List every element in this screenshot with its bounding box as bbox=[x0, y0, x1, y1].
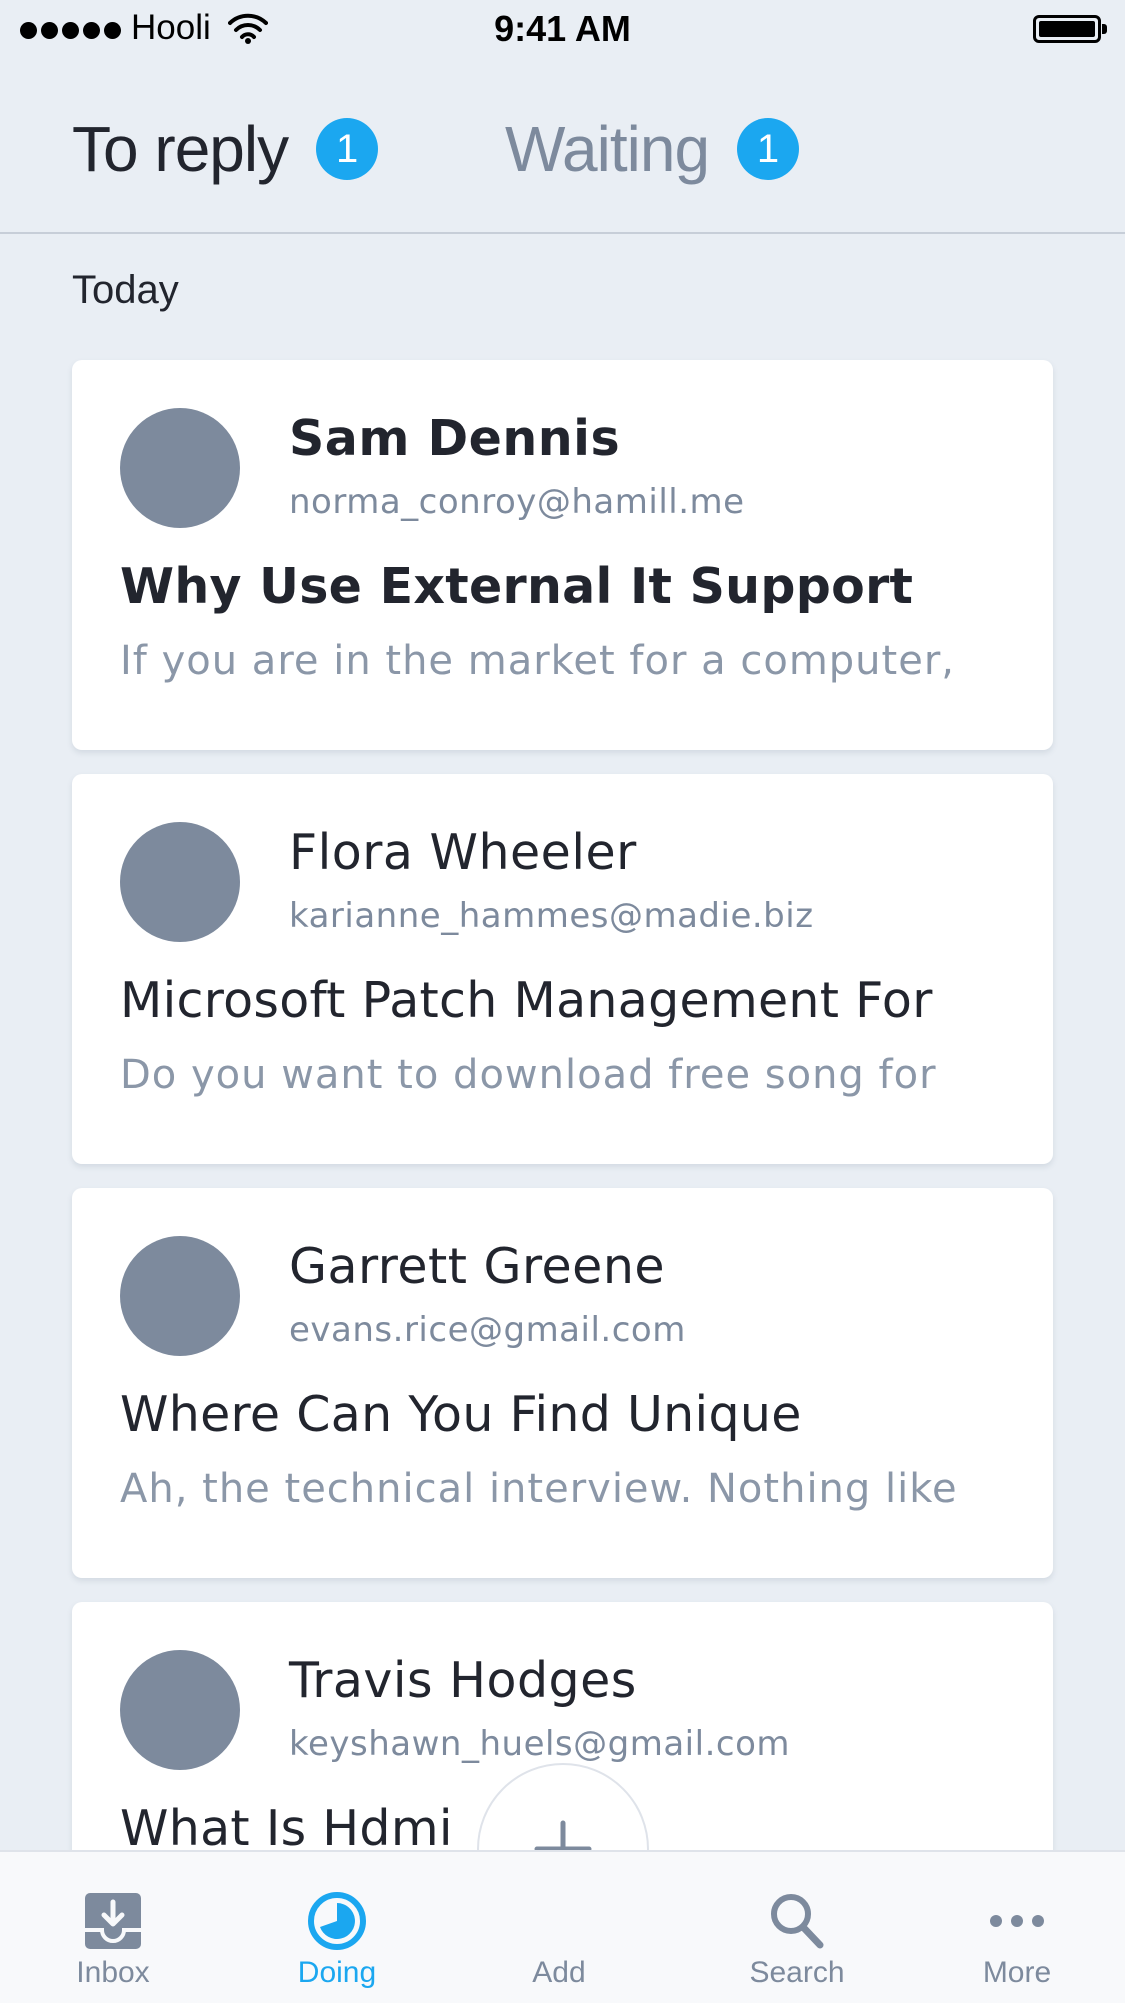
message-subject: Why Use External It Support bbox=[120, 558, 914, 615]
tab-waiting-label: Waiting bbox=[505, 113, 710, 185]
message-card[interactable]: Garrett Greene evans.rice@gmail.com Wher… bbox=[72, 1188, 1053, 1578]
battery-icon bbox=[1033, 15, 1107, 43]
nav-inbox[interactable]: Inbox bbox=[28, 1852, 198, 2003]
sender-email: evans.rice@gmail.com bbox=[289, 1310, 686, 1350]
nav-doing-label: Doing bbox=[297, 1956, 377, 1989]
message-card[interactable]: Sam Dennis norma_conroy@hamill.me Why Us… bbox=[72, 360, 1053, 750]
sender-name: Travis Hodges bbox=[289, 1652, 637, 1709]
avatar bbox=[120, 408, 240, 528]
nav-add-label: Add bbox=[532, 1956, 586, 1989]
tab-to-reply-label: To reply bbox=[72, 113, 289, 185]
message-preview: If you are in the market for a computer, bbox=[120, 638, 955, 684]
status-bar: Hooli 9:41 AM bbox=[0, 0, 1125, 62]
bottom-tab-bar: Inbox Doing Add Search More bbox=[0, 1850, 1125, 2003]
segment-tabs: To reply 1 Waiting 1 bbox=[0, 62, 1125, 234]
nav-inbox-label: Inbox bbox=[76, 1956, 150, 1989]
nav-more-label: More bbox=[982, 1956, 1052, 1989]
sender-name: Flora Wheeler bbox=[289, 824, 637, 881]
nav-search-label: Search bbox=[749, 1956, 845, 1989]
message-preview: Ah, the technical interview. Nothing lik… bbox=[120, 1466, 958, 1512]
avatar bbox=[120, 1650, 240, 1770]
sender-email: norma_conroy@hamill.me bbox=[289, 482, 745, 522]
sender-name: Garrett Greene bbox=[289, 1238, 666, 1295]
nav-more[interactable]: More bbox=[932, 1852, 1102, 2003]
nav-search[interactable]: Search bbox=[712, 1852, 882, 2003]
more-icon bbox=[990, 1915, 1044, 1927]
message-card[interactable]: Flora Wheeler karianne_hammes@madie.biz … bbox=[72, 774, 1053, 1164]
status-time: 9:41 AM bbox=[494, 8, 631, 49]
search-icon bbox=[771, 1894, 824, 1949]
message-subject: What Is Hdmi bbox=[120, 1800, 453, 1857]
message-subject: Where Can You Find Unique bbox=[120, 1386, 802, 1443]
avatar bbox=[120, 822, 240, 942]
waiting-count-badge: 1 bbox=[737, 118, 800, 180]
avatar bbox=[120, 1236, 240, 1356]
tab-to-reply[interactable]: To reply 1 bbox=[72, 112, 379, 186]
message-subject: Microsoft Patch Management For bbox=[120, 972, 933, 1029]
sender-email: karianne_hammes@madie.biz bbox=[289, 896, 814, 936]
section-title: Today bbox=[72, 268, 179, 312]
nav-doing[interactable]: Doing bbox=[252, 1852, 422, 2003]
inbox-icon bbox=[85, 1893, 141, 1949]
to-reply-count-badge: 1 bbox=[316, 118, 379, 180]
nav-add[interactable]: Add bbox=[474, 1852, 644, 2003]
sender-name: Sam Dennis bbox=[289, 410, 621, 467]
doing-icon bbox=[308, 1892, 366, 1950]
sender-email: keyshawn_huels@gmail.com bbox=[289, 1724, 790, 1764]
tab-waiting[interactable]: Waiting 1 bbox=[505, 112, 800, 186]
message-preview: Do you want to download free song for bbox=[120, 1052, 937, 1098]
